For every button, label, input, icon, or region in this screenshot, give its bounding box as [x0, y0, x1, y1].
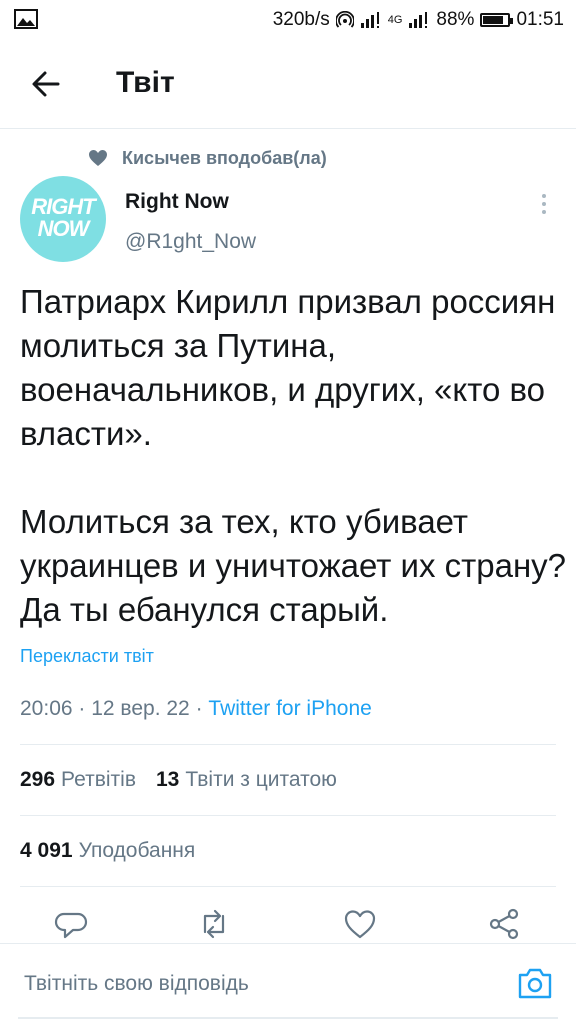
retweets-label[interactable]: Ретвітів — [61, 768, 136, 792]
author-handle[interactable]: @R1ght_Now — [125, 230, 256, 254]
tweet-stats: 296 Ретвітів 13 Твіти з цитатою — [20, 768, 337, 792]
likes-label[interactable]: Уподобання — [79, 839, 196, 863]
reply-icon[interactable] — [54, 906, 90, 942]
tweet-time: 20:06 — [20, 697, 73, 720]
tweet-client-link[interactable]: Twitter for iPhone — [208, 697, 371, 720]
gallery-notification-icon — [14, 9, 38, 29]
like-heart-icon[interactable] — [342, 906, 378, 942]
tweet-date: 12 вер. 22 — [91, 697, 190, 720]
avatar[interactable]: RIGHT NOW — [20, 176, 106, 262]
heart-icon — [89, 150, 107, 166]
status-bar: 320b/s 4G 88% 01:51 — [0, 0, 576, 40]
status-bar-right: 320b/s 4G 88% 01:51 — [273, 0, 564, 40]
avatar-logo: RIGHT NOW — [20, 196, 106, 240]
avatar-logo-line1: RIGHT — [31, 194, 95, 219]
clock: 01:51 — [516, 9, 564, 30]
hotspot-icon — [335, 11, 354, 28]
quotes-count[interactable]: 13 — [156, 768, 179, 792]
reply-composer[interactable]: Твітніть свою відповідь — [0, 943, 576, 1025]
signal-icon-2 — [409, 12, 428, 28]
tweet-actions — [0, 900, 576, 946]
tweet-text: Патриарх Кирилл призвал россиян молиться… — [20, 283, 567, 628]
share-icon[interactable] — [486, 906, 522, 942]
signal-icon — [360, 12, 379, 28]
app-bar: Твіт — [0, 40, 576, 129]
battery-percent: 88% — [436, 9, 475, 30]
page-title: Твіт — [116, 66, 175, 99]
divider — [20, 815, 556, 816]
network-type: 4G — [387, 14, 403, 26]
back-arrow-icon[interactable] — [26, 64, 66, 104]
tweet-meta: 20:06 · 12 вер. 22 · Twitter for iPhone — [20, 697, 372, 721]
author-name[interactable]: Right Now — [125, 190, 229, 214]
battery-icon — [480, 13, 514, 27]
likes-stat: 4 091 Уподобання — [20, 839, 195, 863]
avatar-logo-line2: NOW — [37, 216, 90, 241]
likes-count[interactable]: 4 091 — [20, 839, 73, 863]
divider — [20, 744, 556, 745]
camera-icon[interactable] — [516, 964, 554, 1002]
network-speed: 320b/s — [272, 9, 330, 30]
reply-underline — [18, 1017, 558, 1019]
meta-separator: · — [78, 697, 92, 720]
social-context[interactable]: Кисычев вподобав(ла) — [88, 144, 327, 172]
retweets-count[interactable]: 296 — [20, 768, 55, 792]
reply-input[interactable]: Твітніть свою відповідь — [24, 972, 249, 996]
divider — [20, 886, 556, 887]
social-context-text: Кисычев вподобав(ла) — [122, 147, 327, 168]
translate-tweet-link[interactable]: Перекласти твіт — [20, 646, 154, 667]
meta-separator: · — [195, 697, 209, 720]
more-options-icon[interactable] — [536, 190, 552, 218]
retweet-icon[interactable] — [196, 906, 232, 942]
tweet-author: RIGHT NOW Right Now @R1ght_Now — [20, 176, 556, 266]
quotes-label[interactable]: Твіти з цитатою — [185, 768, 337, 792]
